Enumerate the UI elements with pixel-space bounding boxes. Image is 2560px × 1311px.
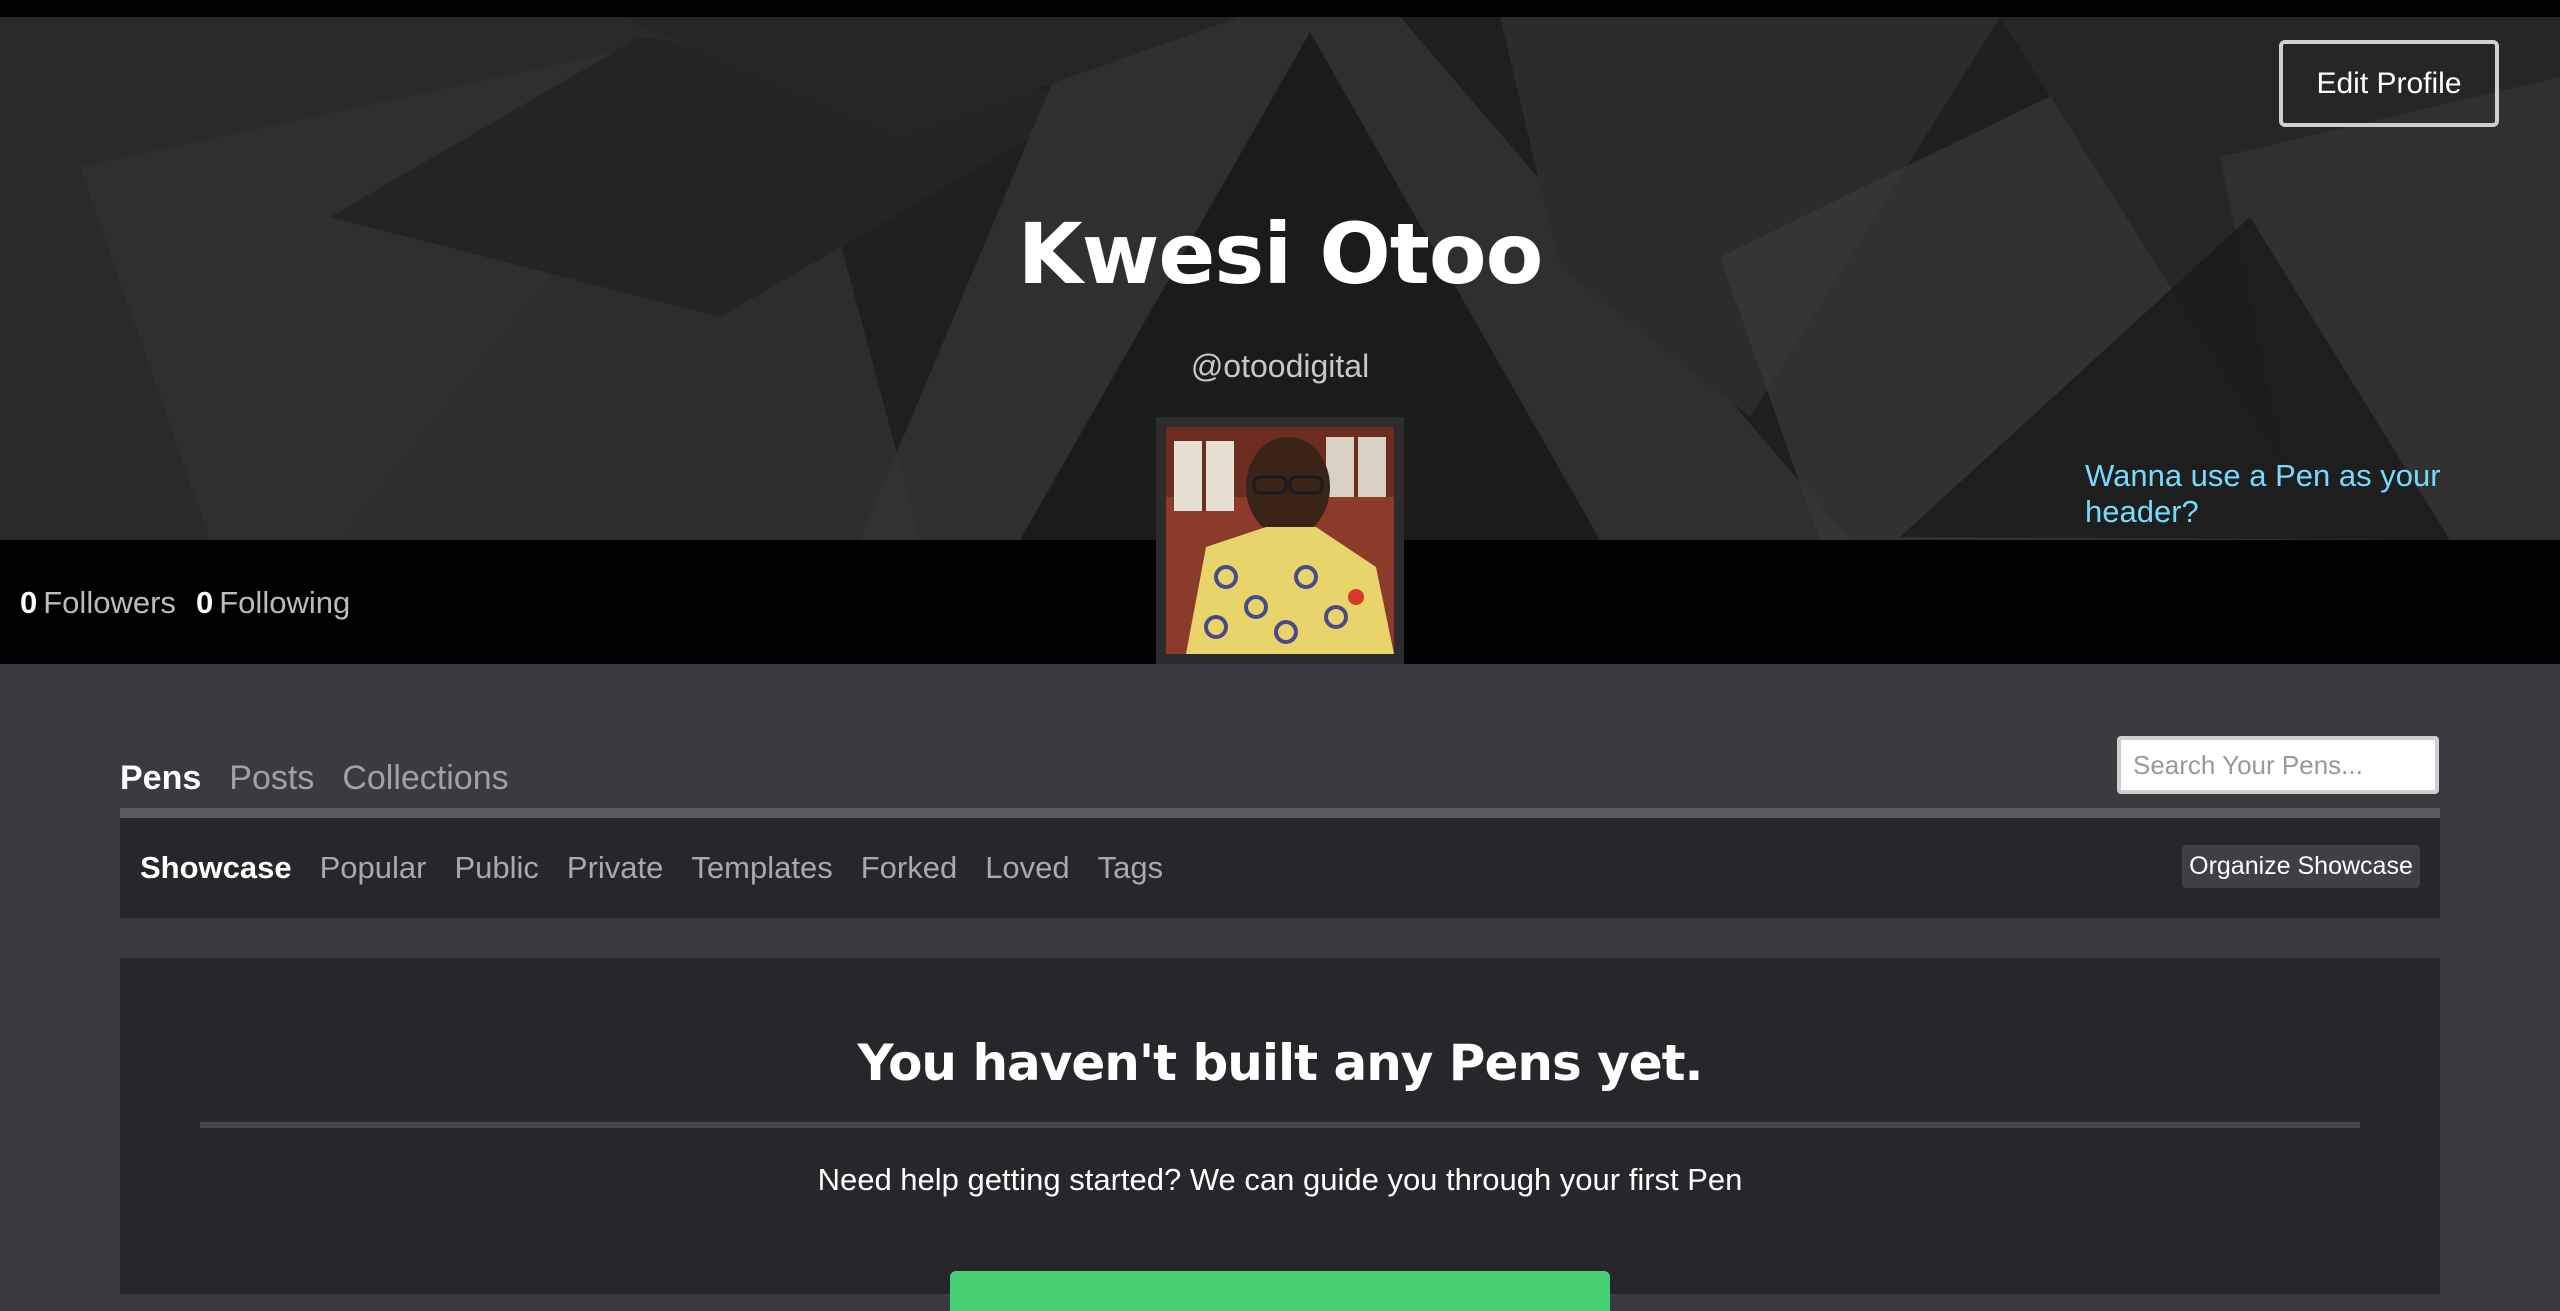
header-pen-link[interactable]: Wanna use a Pen as your header? [2085, 458, 2560, 530]
subnav-private[interactable]: Private [567, 850, 663, 886]
avatar[interactable] [1156, 417, 1404, 664]
organize-showcase-button[interactable]: Organize Showcase [2182, 845, 2420, 888]
start-first-pen-button[interactable] [950, 1271, 1610, 1311]
empty-state-title: You haven't built any Pens yet. [857, 1034, 1703, 1092]
profile-tabs: Pens Posts Collections [120, 748, 509, 808]
following-count: 0 [196, 585, 214, 620]
top-bar [0, 0, 2560, 17]
tab-collections[interactable]: Collections [342, 759, 508, 798]
followers-stat[interactable]: 0 Followers [20, 585, 176, 621]
tab-pens[interactable]: Pens [120, 759, 201, 798]
avatar-photo [1166, 427, 1394, 654]
profile-name: Kwesi Otoo [1017, 205, 1544, 303]
profile-handle: @otoodigital [1190, 348, 1370, 384]
empty-state-help: Need help getting started? We can guide … [817, 1162, 1743, 1197]
followers-count: 0 [20, 585, 38, 620]
subnav-showcase[interactable]: Showcase [140, 850, 292, 886]
subnav-items: Showcase Popular Public Private Template… [140, 843, 1163, 893]
subnav-templates[interactable]: Templates [691, 850, 832, 886]
subnav-public[interactable]: Public [454, 850, 538, 886]
following-stat[interactable]: 0 Following [196, 585, 350, 621]
edit-profile-button[interactable]: Edit Profile [2279, 40, 2499, 127]
search-pens-input[interactable] [2117, 736, 2439, 794]
subnav-tags[interactable]: Tags [1098, 850, 1163, 886]
subnav-loved[interactable]: Loved [985, 850, 1069, 886]
subnav-popular[interactable]: Popular [320, 850, 427, 886]
following-label: Following [219, 585, 351, 620]
followers-label: Followers [43, 585, 176, 620]
tab-posts[interactable]: Posts [229, 759, 314, 798]
empty-state-divider [200, 1122, 2360, 1128]
tabs-divider [120, 808, 2440, 818]
subnav-forked[interactable]: Forked [861, 850, 957, 886]
